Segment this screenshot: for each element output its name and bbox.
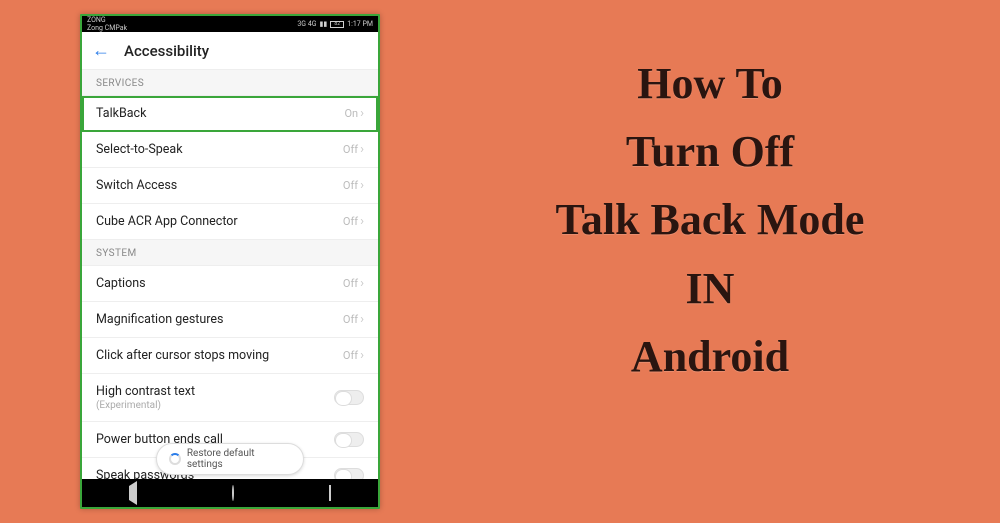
row-value: On (344, 107, 358, 120)
row-value: Off (343, 179, 358, 192)
toggle-switch[interactable] (334, 468, 364, 479)
row-magnification[interactable]: Magnification gestures Off › (82, 302, 378, 338)
row-sublabel: (Experimental) (96, 400, 195, 411)
battery-icon: 82 (330, 21, 344, 28)
row-label: Magnification gestures (96, 312, 223, 327)
headline-line: Talk Back Mode (460, 186, 960, 254)
row-talkback[interactable]: TalkBack On › (82, 96, 378, 132)
row-label: Click after cursor stops moving (96, 348, 269, 363)
row-value: Off (343, 215, 358, 228)
row-label: High contrast text (96, 384, 195, 399)
headline-line: Turn Off (460, 118, 960, 186)
row-label: TalkBack (96, 106, 146, 121)
section-system: SYSTEM (82, 240, 378, 266)
circle-home-icon (232, 485, 234, 501)
row-label: Switch Access (96, 178, 177, 193)
square-recent-icon (329, 485, 331, 501)
spinner-icon (169, 453, 181, 465)
sub-carrier-label: Zong CMPak (87, 24, 127, 32)
row-label: Select-to-Speak (96, 142, 183, 157)
headline-line: How To (460, 50, 960, 118)
status-bar: ZONG Zong CMPak 3G 4G ▮▮ 82 1:17 PM (82, 16, 378, 32)
row-switch-access[interactable]: Switch Access Off › (82, 168, 378, 204)
headline-line: Android (460, 323, 960, 391)
row-cube-acr[interactable]: Cube ACR App Connector Off › (82, 204, 378, 240)
row-value: Off (343, 277, 358, 290)
row-label: Cube ACR App Connector (96, 214, 238, 229)
row-click-cursor[interactable]: Click after cursor stops moving Off › (82, 338, 378, 374)
toast-label: Restore default settings (187, 448, 291, 470)
nav-back-button[interactable] (129, 486, 137, 500)
row-captions[interactable]: Captions Off › (82, 266, 378, 302)
section-services: SERVICES (82, 70, 378, 96)
toggle-switch[interactable] (334, 390, 364, 405)
chevron-right-icon: › (360, 276, 364, 291)
back-arrow-icon[interactable]: ← (92, 40, 110, 61)
chevron-right-icon: › (360, 214, 364, 229)
status-right: 3G 4G ▮▮ 82 1:17 PM (297, 20, 373, 28)
app-bar: ← Accessibility (82, 32, 378, 70)
row-value: Off (343, 143, 358, 156)
chevron-right-icon: › (360, 142, 364, 157)
headline-line: IN (460, 255, 960, 323)
headline-text: How To Turn Off Talk Back Mode IN Androi… (460, 50, 960, 391)
row-label: Captions (96, 276, 146, 291)
chevron-right-icon: › (360, 178, 364, 193)
row-value: Off (343, 349, 358, 362)
clock-label: 1:17 PM (347, 20, 373, 28)
row-high-contrast[interactable]: High contrast text (Experimental) (82, 374, 378, 422)
nav-recent-button[interactable] (329, 486, 331, 500)
nav-bar (82, 479, 378, 507)
chevron-right-icon: › (360, 312, 364, 327)
toast-restore-defaults[interactable]: Restore default settings (156, 443, 304, 475)
phone-frame: ZONG Zong CMPak 3G 4G ▮▮ 82 1:17 PM ← Ac… (80, 14, 380, 509)
settings-list[interactable]: SERVICES TalkBack On › Select-to-Speak O… (82, 70, 378, 479)
toggle-switch[interactable] (334, 432, 364, 447)
chevron-right-icon: › (360, 106, 364, 121)
triangle-back-icon (129, 481, 137, 505)
row-value: Off (343, 313, 358, 326)
nav-home-button[interactable] (232, 486, 234, 500)
network-label: 3G 4G (297, 20, 316, 28)
page-title: Accessibility (124, 42, 209, 60)
row-select-to-speak[interactable]: Select-to-Speak Off › (82, 132, 378, 168)
carrier-block: ZONG Zong CMPak (87, 16, 127, 32)
chevron-right-icon: › (360, 348, 364, 363)
signal-icon: ▮▮ (320, 20, 328, 28)
carrier-label: ZONG (87, 16, 127, 24)
